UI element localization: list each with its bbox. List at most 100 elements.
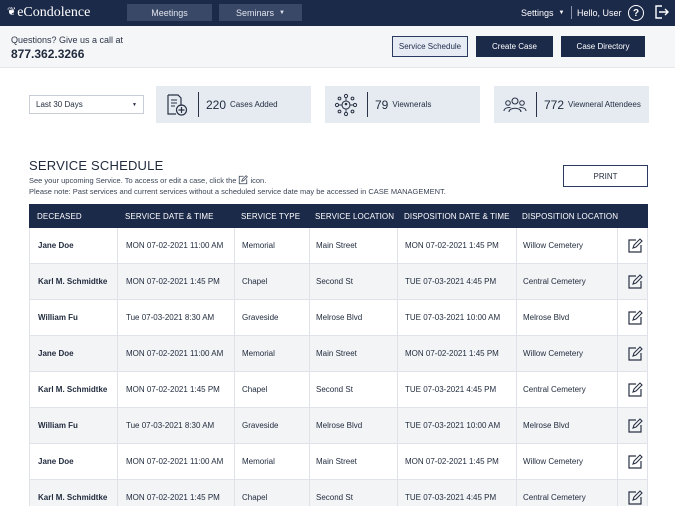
cell-divider [516, 336, 517, 371]
cell-divider [117, 408, 118, 443]
table-row[interactable]: Jane Doe MON 07-02-2021 11:00 AM Memorial M… [29, 228, 648, 264]
column-header-service-location[interactable]: SERVICE LOCATION [315, 204, 394, 228]
stat-viewnerals: 79 Viewnerals [325, 86, 480, 123]
edit-case-icon[interactable] [627, 346, 643, 362]
table-cell: Memorial [242, 241, 275, 250]
settings-label: Settings [521, 7, 554, 18]
deceased-name: William Fu [38, 313, 78, 322]
table-cell: MON 07-02-2021 1:45 PM [126, 385, 220, 394]
cell-divider [516, 372, 517, 407]
table-cell: MON 07-02-2021 11:00 AM [126, 241, 224, 250]
contact-phone[interactable]: 877.362.3266 [11, 47, 84, 61]
stat-value: 220 [206, 97, 227, 112]
table-cell: Second St [316, 493, 353, 502]
case-directory-button[interactable]: Case Directory [561, 36, 645, 57]
column-header-service-date[interactable]: SERVICE DATE & TIME [125, 204, 214, 228]
top-nav-bar: ❦ eCondolence Meetings Seminars ▼ Settin… [0, 0, 675, 26]
edit-case-icon[interactable] [627, 490, 643, 506]
table-cell: Memorial [242, 349, 275, 358]
instructions-text: See your upcoming Service. To access or … [29, 175, 237, 185]
date-range-select[interactable]: Last 30 Days ▼ [29, 95, 144, 114]
cell-divider [397, 336, 398, 371]
chevron-down-icon: ▼ [132, 102, 137, 108]
service-schedule-button[interactable]: Service Schedule [392, 36, 468, 57]
cell-divider [397, 300, 398, 335]
table-row[interactable]: Karl M. Schmidtke MON 07-02-2021 1:45 PM C… [29, 372, 648, 408]
user-greeting[interactable]: Hello, User [577, 4, 622, 21]
cell-divider [617, 264, 618, 299]
table-cell: MON 07-02-2021 1:45 PM [126, 493, 220, 502]
cell-divider [617, 300, 618, 335]
section-title: SERVICE SCHEDULE [29, 158, 164, 173]
stat-viewneral-attendees: 772 Viewneral Attendees [494, 86, 649, 123]
nav-seminars-dropdown[interactable]: Seminars ▼ [219, 4, 302, 21]
cell-divider [397, 264, 398, 299]
cell-divider [516, 408, 517, 443]
edit-case-icon[interactable] [627, 454, 643, 470]
cell-divider [516, 264, 517, 299]
table-row[interactable]: William Fu Tue 07-03-2021 8:30 AM Gravesid… [29, 408, 648, 444]
stat-value: 772 [544, 97, 565, 112]
logo-text: eCondolence [17, 5, 91, 20]
edit-case-icon[interactable] [627, 418, 643, 434]
settings-dropdown[interactable]: Settings ▼ [521, 4, 564, 21]
chevron-down-icon: ▼ [558, 9, 565, 16]
stat-label: Viewneral Attendees [568, 100, 641, 109]
table-cell: Willow Cemetery [523, 349, 584, 358]
nav-seminars-label: Seminars [236, 7, 275, 18]
table-cell: MON 07-02-2021 11:00 AM [126, 457, 224, 466]
table-cell: Melrose Blvd [523, 313, 570, 322]
table-cell: TUE 07-03-2021 4:45 PM [405, 493, 497, 502]
create-case-button[interactable]: Create Case [476, 36, 553, 57]
table-row[interactable]: Karl M. Schmidtke MON 07-02-2021 1:45 PM C… [29, 264, 648, 300]
edit-case-icon[interactable] [627, 274, 643, 290]
deceased-name: William Fu [38, 421, 78, 430]
cell-divider [234, 444, 235, 479]
service-schedule-table: DECEASED SERVICE DATE & TIME SERVICE TYP… [29, 204, 648, 506]
edit-case-icon[interactable] [627, 238, 643, 254]
cell-divider [309, 372, 310, 407]
section-instructions: See your upcoming Service. To access or … [29, 175, 266, 185]
cell-divider [397, 444, 398, 479]
cell-divider [516, 444, 517, 479]
contact-prompt: Questions? Give us a call at [11, 35, 124, 45]
column-header-service-type[interactable]: SERVICE TYPE [241, 204, 300, 228]
table-cell: Willow Cemetery [523, 241, 584, 250]
cell-divider [309, 228, 310, 263]
table-cell: Memorial [242, 457, 275, 466]
column-header-disposition-location[interactable]: DISPOSITION LOCATION [522, 204, 618, 228]
table-header: DECEASED SERVICE DATE & TIME SERVICE TYP… [29, 204, 648, 228]
table-row[interactable]: Karl M. Schmidtke MON 07-02-2021 1:45 PM C… [29, 480, 648, 506]
table-row[interactable]: William Fu Tue 07-03-2021 8:30 AM Gravesid… [29, 300, 648, 336]
edit-case-icon[interactable] [627, 310, 643, 326]
table-cell: MON 07-02-2021 11:00 AM [126, 349, 224, 358]
chevron-down-icon: ▼ [279, 9, 285, 16]
nav-meetings[interactable]: Meetings [127, 4, 212, 21]
help-icon[interactable]: ? [628, 5, 644, 21]
table-cell: Chapel [242, 277, 268, 286]
cell-divider [309, 444, 310, 479]
deceased-name: Jane Doe [38, 241, 74, 250]
table-cell: Graveside [242, 313, 279, 322]
cell-divider [617, 444, 618, 479]
cell-divider [617, 336, 618, 371]
cell-divider [397, 480, 398, 506]
column-header-disposition-date[interactable]: DISPOSITION DATE & TIME [404, 204, 510, 228]
table-cell: Second St [316, 277, 353, 286]
app-logo[interactable]: ❦ eCondolence [7, 4, 90, 22]
table-cell: Chapel [242, 493, 268, 502]
group-icon [503, 96, 527, 112]
print-button[interactable]: PRINT [563, 165, 648, 187]
edit-case-icon[interactable] [627, 382, 643, 398]
table-cell: MON 07-02-2021 1:45 PM [405, 241, 499, 250]
table-cell: MON 07-02-2021 1:45 PM [126, 277, 220, 286]
cell-divider [117, 444, 118, 479]
table-row[interactable]: Jane Doe MON 07-02-2021 11:00 AM Memorial M… [29, 336, 648, 372]
cell-divider [617, 372, 618, 407]
table-row[interactable]: Jane Doe MON 07-02-2021 11:00 AM Memorial M… [29, 444, 648, 480]
logout-icon[interactable] [653, 4, 669, 20]
column-header-deceased[interactable]: DECEASED [37, 204, 82, 228]
section-note: Please note: Past services and current s… [29, 187, 446, 196]
table-cell: TUE 07-03-2021 4:45 PM [405, 385, 497, 394]
cell-divider [117, 336, 118, 371]
